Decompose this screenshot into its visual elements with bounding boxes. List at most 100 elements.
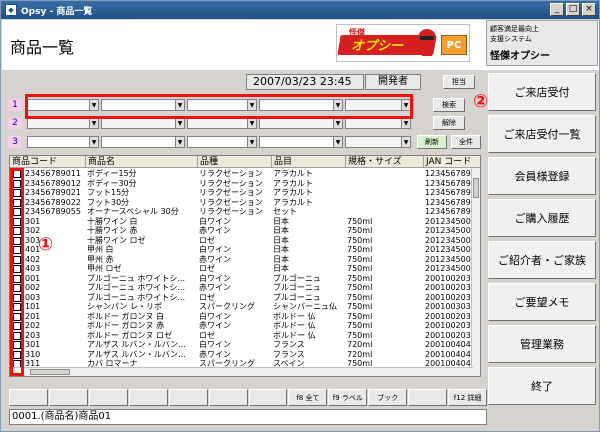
col-jan-header[interactable]: JAN コード bbox=[424, 156, 480, 168]
table-cell: 2001004043 bbox=[425, 349, 474, 359]
col-name-header[interactable]: 商品名 bbox=[86, 156, 198, 168]
table-cell: 750ml bbox=[347, 245, 373, 254]
table-row[interactable]: 23456789022 フット30分 リラクゼーション アラカルト 1234567890 bbox=[10, 198, 474, 207]
menu-button-1[interactable]: ご来店受付 bbox=[488, 73, 596, 111]
minimize-button[interactable]: _ bbox=[550, 3, 564, 16]
function-key-2[interactable] bbox=[48, 389, 88, 406]
table-cell: 402 bbox=[25, 254, 41, 264]
table-cell: アラカルト bbox=[273, 169, 313, 178]
table-row[interactable]: 301 十勝ワイン 白 白ワイン 日本 750ml 2012345000 bbox=[10, 217, 474, 226]
table-cell: スパークリング bbox=[199, 302, 255, 311]
function-key-7[interactable] bbox=[248, 389, 288, 406]
function-key-5[interactable] bbox=[168, 389, 208, 406]
table-row[interactable]: 002 ブルゴーニュ ホワイトシ... 赤ワイン ブルゴーニュ 750ml 2001002… bbox=[10, 283, 474, 292]
search-button[interactable]: 検索 bbox=[433, 98, 465, 112]
menu-button-5[interactable]: ご紹介者・ご家族 bbox=[488, 241, 596, 279]
function-key-9[interactable]: f9 ラベル bbox=[328, 389, 368, 406]
filter3-size-combo[interactable]: ▼ bbox=[345, 136, 411, 148]
table-row[interactable]: 003 ブルゴーニュ ホワイトシ... ロゼ ブルゴーニュ 750ml 200100203… bbox=[10, 293, 474, 302]
filter3-type-combo[interactable]: ▼ bbox=[187, 136, 257, 148]
table-cell: 2001002030 bbox=[425, 292, 474, 302]
table-cell: 十勝ワイン 赤 bbox=[87, 226, 138, 235]
table-row[interactable]: 401 甲州 白 白ワイン 日本 750ml 2012345000 bbox=[10, 245, 474, 254]
table-cell bbox=[346, 198, 424, 207]
table-row[interactable]: 302 十勝ワイン 赤 赤ワイン 日本 750ml 2012345000 bbox=[10, 226, 474, 235]
clear-button[interactable]: 解除 bbox=[433, 116, 465, 130]
table-cell: 750ml bbox=[347, 216, 373, 226]
refresh-button[interactable]: 刷新 bbox=[417, 135, 447, 149]
all-button[interactable]: 全件 bbox=[451, 135, 481, 149]
table-row[interactable]: 403 甲州 ロゼ ロゼ 日本 750ml 2012345000 bbox=[10, 264, 474, 273]
table-cell: 白ワイン bbox=[199, 245, 231, 254]
table-row[interactable]: 23456789055 オーナースペシャル 30分 リラクゼーション セット 12345… bbox=[10, 207, 474, 216]
table-row[interactable]: 402 甲州 赤 赤ワイン 日本 750ml 2012345000 bbox=[10, 255, 474, 264]
table-cell: オーナースペシャル 30分 bbox=[87, 207, 179, 216]
table-row[interactable]: 310 アルザス ルバン・ルバン... 赤ワイン フランス 720ml 200100404… bbox=[10, 350, 474, 359]
function-key-3[interactable] bbox=[88, 389, 128, 406]
filter3-code-combo[interactable]: ▼ bbox=[27, 136, 99, 148]
table-row[interactable]: 301 アルザス ルバン・ルバン... 白ワイン フランス 720ml 200100404… bbox=[10, 340, 474, 349]
table-row[interactable]: 23456789011 ボディー15分 リラクゼーション アラカルト 123456789… bbox=[10, 169, 474, 178]
table-cell: 301 bbox=[25, 216, 41, 226]
table-cell: アルザス ルバン・ルバン... bbox=[87, 349, 186, 359]
table-cell: 白ワイン bbox=[199, 216, 231, 226]
table-cell: アルザス ルバン・ルバン... bbox=[87, 340, 186, 349]
annotation-box-1 bbox=[10, 168, 24, 376]
function-key-8[interactable]: f8 全て bbox=[288, 389, 328, 406]
col-code-header[interactable]: 商品コード bbox=[10, 156, 86, 168]
col-size-header[interactable]: 規格・サイズ bbox=[346, 156, 424, 168]
table-cell: 2012345000 bbox=[425, 235, 474, 245]
table-row[interactable]: 23456789012 ボディー30分 リラクゼーション アラカルト 123456789… bbox=[10, 179, 474, 188]
table-cell: 日本 bbox=[273, 264, 289, 273]
function-key-12[interactable]: f12 詳細 bbox=[448, 389, 488, 406]
table-cell: 甲州 ロゼ bbox=[87, 264, 122, 273]
table-cell: ロゼ bbox=[199, 264, 215, 273]
table-cell: 2012345000 bbox=[425, 216, 474, 226]
table-cell: ボルドー ガロンヌ 白 bbox=[87, 311, 165, 321]
table-cell: アラカルト bbox=[273, 178, 313, 188]
filter3-item-combo[interactable]: ▼ bbox=[259, 136, 343, 148]
close-button[interactable]: × bbox=[582, 3, 596, 16]
menu-button-6[interactable]: ご要望メモ bbox=[488, 283, 596, 321]
maximize-button[interactable]: □ bbox=[566, 3, 580, 16]
col-type-header[interactable]: 品種 bbox=[198, 156, 272, 168]
menu-button-7[interactable]: 管理業務 bbox=[488, 325, 596, 363]
table-row[interactable]: 201 ボルドー ガロンヌ 白 白ワイン ボルドー 仏 750ml 2001002030 bbox=[10, 312, 474, 321]
table-row[interactable]: 001 ブルゴーニュ ホワイトシ... 白ワイン ブルゴーニュ 750ml 2001002… bbox=[10, 274, 474, 283]
menu-button-4[interactable]: ご購入履歴 bbox=[488, 199, 596, 237]
table-cell: 十勝ワイン ロゼ bbox=[87, 235, 146, 245]
table-cell: ロゼ bbox=[199, 292, 215, 302]
table-row[interactable]: 303 十勝ワイン ロゼ ロゼ 日本 750ml 2012345000 bbox=[10, 236, 474, 245]
function-key-1[interactable] bbox=[9, 389, 48, 406]
table-row[interactable]: 23456789021 フット15分 リラクゼーション アラカルト 1234567890 bbox=[10, 188, 474, 197]
assign-button[interactable]: 担当 bbox=[443, 75, 475, 89]
table-cell: 750ml bbox=[347, 292, 373, 302]
table-cell: 日本 bbox=[273, 254, 289, 264]
table-cell: 赤ワイン bbox=[199, 349, 231, 359]
function-key-4[interactable] bbox=[128, 389, 168, 406]
annotation-1-label: ① bbox=[38, 234, 54, 255]
table-cell: 2001002030 bbox=[425, 321, 474, 330]
table-cell: ブルゴーニュ ホワイトシ... bbox=[87, 273, 186, 283]
menu-button-3[interactable]: 会員様登録 bbox=[488, 157, 596, 195]
col-item-header[interactable]: 品目 bbox=[272, 156, 346, 168]
table-cell: 750ml bbox=[347, 283, 373, 292]
menu-button-8[interactable]: 終了 bbox=[488, 367, 596, 405]
function-key-10[interactable]: ブック bbox=[368, 389, 408, 406]
table-row[interactable]: 202 ボルドー ガロンヌ 赤 赤ワイン ボルドー 仏 750ml 2001002030 bbox=[10, 321, 474, 330]
status-bar: 0001.(商品名)商品01 bbox=[9, 409, 487, 425]
menu-button-2[interactable]: ご来店受付一覧 bbox=[488, 115, 596, 153]
table-row[interactable]: 203 ボルドー ガロンヌ ロゼ ロゼ ボルドー 仏 750ml 2001002030 bbox=[10, 331, 474, 340]
table-header: 商品コード 商品名 品種 品目 規格・サイズ JAN コード bbox=[10, 156, 480, 168]
vertical-scrollbar[interactable] bbox=[471, 168, 480, 376]
table-cell: 720ml bbox=[347, 340, 373, 349]
function-key-11[interactable] bbox=[408, 389, 448, 406]
table-row[interactable]: 101 シャンパン レ・リポ スパークリング シャンパーニュ仏 750ml 2001003… bbox=[10, 302, 474, 311]
annotation-box-2 bbox=[25, 94, 413, 119]
main-panel: 2007/03/23 23:45 開発者 担当 1 ▼ ▼ ▼ ▼ ▼ 検索 2… bbox=[5, 71, 488, 425]
horizontal-scrollbar[interactable] bbox=[10, 367, 473, 376]
function-key-6[interactable] bbox=[208, 389, 248, 406]
table-cell: ロゼ bbox=[199, 235, 215, 245]
filter3-name-combo[interactable]: ▼ bbox=[101, 136, 185, 148]
app-icon: ◆ bbox=[5, 4, 17, 16]
